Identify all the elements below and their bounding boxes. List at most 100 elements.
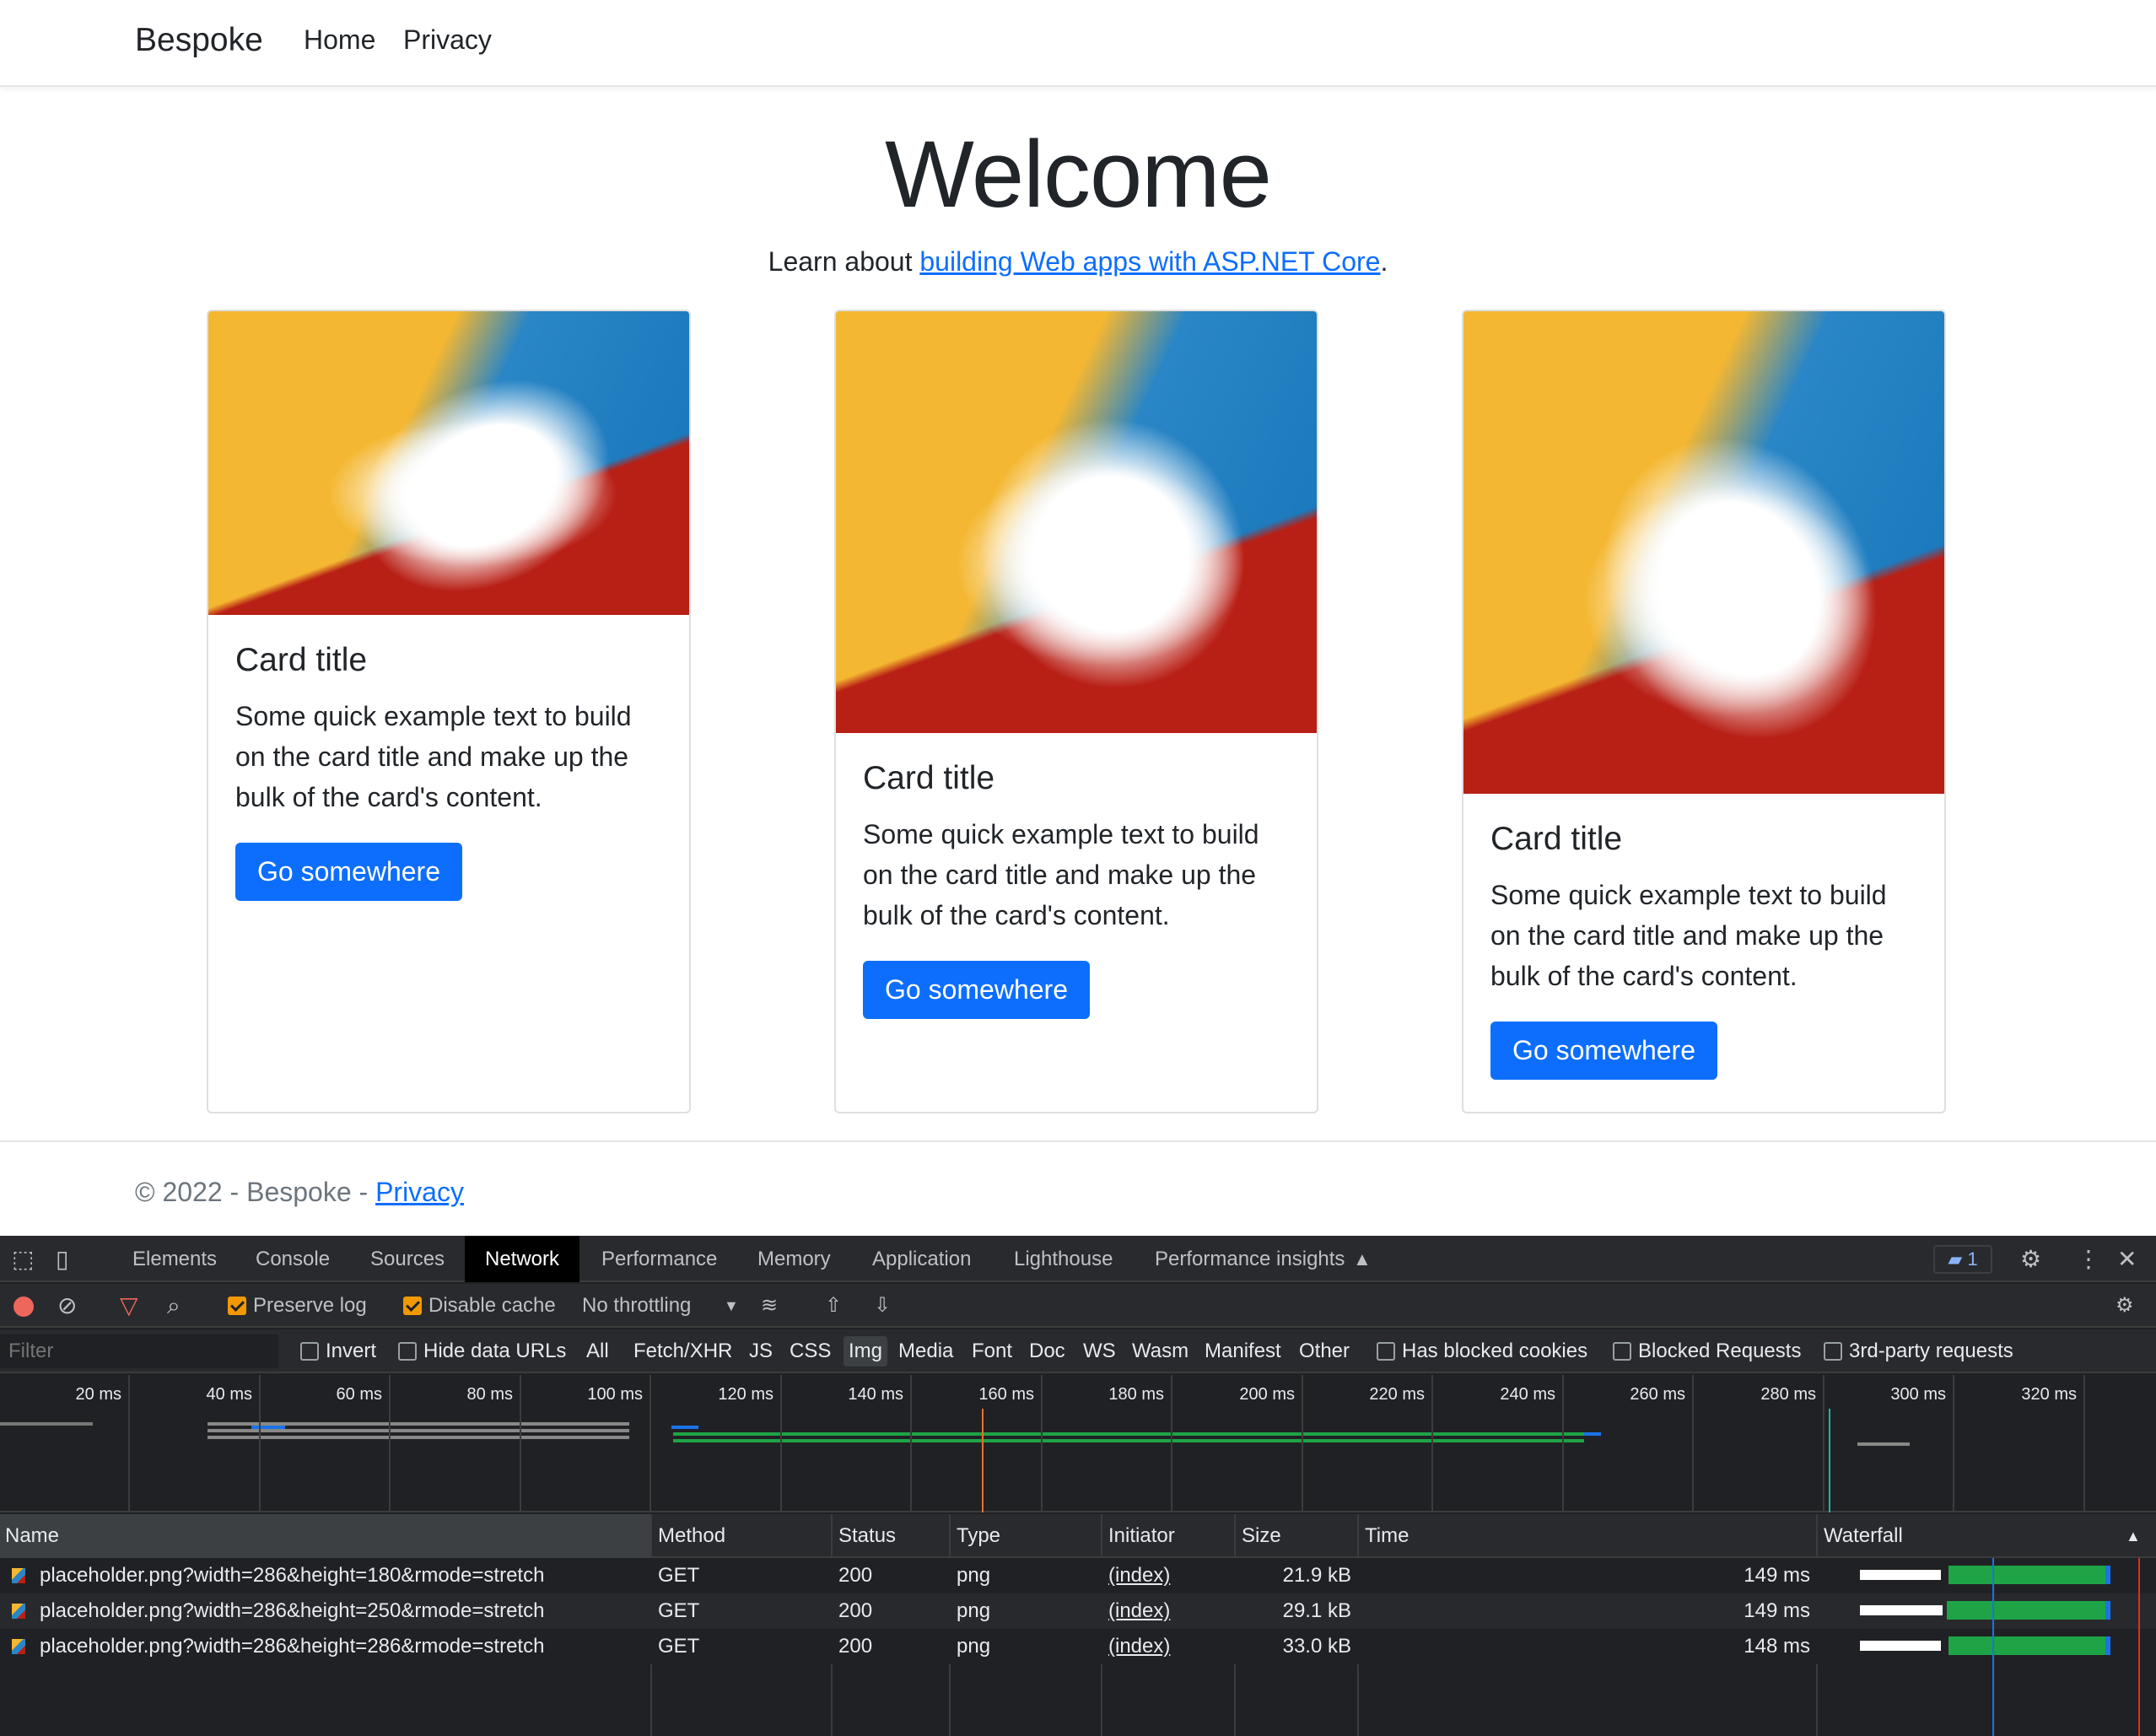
footer: © 2022 - Bespoke - Privacy xyxy=(135,1177,464,1208)
card-title: Card title xyxy=(235,642,368,678)
filter-type-fetch-xhr[interactable]: Fetch/XHR xyxy=(633,1329,732,1373)
waterfall-content-bar xyxy=(2105,1566,2110,1584)
request-time: 149 ms xyxy=(1744,1599,1810,1622)
settings-gear-icon[interactable]: ⚙ xyxy=(2020,1236,2041,1282)
tab-performance[interactable]: Performance xyxy=(601,1236,717,1282)
filter-type-js[interactable]: JS xyxy=(749,1329,773,1373)
column-initiator[interactable]: Initiator xyxy=(1103,1514,1175,1558)
column-size[interactable]: Size xyxy=(1237,1514,1281,1558)
column-method[interactable]: Method xyxy=(653,1514,725,1558)
timeline-gridline xyxy=(1431,1375,1433,1512)
close-devtools-icon[interactable]: ✕ xyxy=(2117,1236,2137,1282)
devtools-tab-bar: ⬚ ▯ Elements Console Sources Network Per… xyxy=(0,1236,2156,1282)
issues-icon: ▰ xyxy=(1948,1248,1968,1270)
more-options-icon[interactable]: ⋮ xyxy=(2077,1236,2100,1282)
timeline-gridline xyxy=(910,1375,912,1512)
request-status: 200 xyxy=(838,1564,873,1587)
device-toolbar-icon[interactable]: ▯ xyxy=(56,1236,68,1282)
request-initiator-link[interactable]: (index) xyxy=(1108,1629,1170,1664)
preserve-log-checkbox[interactable]: Preserve log xyxy=(228,1284,367,1328)
request-initiator-link[interactable]: (index) xyxy=(1108,1558,1170,1593)
tab-console[interactable]: Console xyxy=(256,1236,330,1282)
network-overview-timeline[interactable]: 20 ms 40 ms 60 ms 80 ms 100 ms 120 ms 140 ms 16… xyxy=(0,1375,2156,1512)
filter-type-img[interactable]: Img xyxy=(844,1336,888,1367)
filter-type-wasm[interactable]: Wasm xyxy=(1132,1329,1188,1373)
nav-link-home[interactable]: Home xyxy=(304,24,375,56)
filter-funnel-icon[interactable]: ▽ xyxy=(120,1284,138,1328)
request-row[interactable]: placeholder.png?width=286&height=180&rmo… xyxy=(0,1558,2156,1593)
request-type: png xyxy=(957,1635,991,1658)
blocked-requests-checkbox[interactable]: Blocked Requests xyxy=(1613,1329,1801,1373)
overview-bar xyxy=(208,1429,629,1432)
record-button[interactable] xyxy=(13,1297,34,1317)
aspnet-docs-link[interactable]: building Web apps with ASP.NET Core xyxy=(919,246,1380,277)
request-size: 33.0 kB xyxy=(1282,1635,1351,1658)
filter-type-media[interactable]: Media xyxy=(898,1329,953,1373)
filter-type-font[interactable]: Font xyxy=(972,1329,1012,1373)
request-size: 29.1 kB xyxy=(1282,1599,1351,1622)
has-blocked-cookies-label: Has blocked cookies xyxy=(1402,1340,1588,1362)
go-somewhere-button[interactable]: Go somewhere xyxy=(235,843,462,901)
filter-type-manifest[interactable]: Manifest xyxy=(1205,1329,1281,1373)
import-har-icon[interactable]: ⇧ xyxy=(825,1284,842,1328)
waterfall-waiting-bar xyxy=(1860,1570,1941,1580)
hide-data-urls-label: Hide data URLs xyxy=(423,1340,567,1362)
timeline-tick-label: 240 ms xyxy=(1500,1385,1555,1404)
timeline-gridline xyxy=(1302,1375,1303,1512)
card-body: Card title Some quick example text to bu… xyxy=(1490,821,1919,1080)
request-status: 200 xyxy=(838,1635,873,1658)
request-name: placeholder.png?width=286&height=286&rmo… xyxy=(40,1635,545,1658)
nav-link-privacy[interactable]: Privacy xyxy=(403,24,492,56)
request-row[interactable]: placeholder.png?width=286&height=250&rmo… xyxy=(0,1593,2156,1629)
filter-type-all[interactable]: All xyxy=(586,1329,609,1373)
network-settings-gear-icon[interactable]: ⚙ xyxy=(2116,1284,2134,1328)
tab-application[interactable]: Application xyxy=(872,1236,971,1282)
tab-memory[interactable]: Memory xyxy=(757,1236,831,1282)
column-waterfall[interactable]: Waterfall xyxy=(1819,1514,1903,1558)
tab-network[interactable]: Network xyxy=(465,1236,580,1282)
go-somewhere-button[interactable]: Go somewhere xyxy=(863,961,1090,1019)
card-text: Some quick example text to build on the … xyxy=(863,819,1259,930)
filter-type-other[interactable]: Other xyxy=(1299,1329,1350,1373)
go-somewhere-button[interactable]: Go somewhere xyxy=(1490,1022,1717,1080)
search-icon[interactable]: ⌕ xyxy=(167,1284,181,1328)
column-time[interactable]: Time xyxy=(1360,1514,1409,1558)
overview-bar xyxy=(673,1432,1584,1436)
export-har-icon[interactable]: ⇩ xyxy=(874,1284,891,1328)
brand-link[interactable]: Bespoke xyxy=(135,22,263,59)
request-initiator-link[interactable]: (index) xyxy=(1108,1593,1170,1629)
tab-performance-insights[interactable]: Performance insights xyxy=(1155,1236,1345,1282)
throttling-select[interactable]: No throttling xyxy=(582,1284,691,1328)
network-conditions-icon[interactable]: ≋ xyxy=(761,1284,778,1328)
timeline-gridline xyxy=(520,1375,521,1512)
image-file-icon xyxy=(12,1568,25,1583)
third-party-requests-checkbox[interactable]: 3rd-party requests xyxy=(1824,1329,2013,1373)
column-status[interactable]: Status xyxy=(833,1514,896,1558)
invert-checkbox[interactable]: Invert xyxy=(300,1329,376,1373)
filter-type-doc[interactable]: Doc xyxy=(1029,1329,1065,1373)
overview-bar xyxy=(1584,1432,1601,1436)
inspect-element-icon[interactable]: ⬚ xyxy=(12,1236,34,1282)
card-body: Card title Some quick example text to bu… xyxy=(863,760,1291,1019)
tab-lighthouse[interactable]: Lighthouse xyxy=(1014,1236,1113,1282)
request-type: png xyxy=(957,1599,991,1622)
issues-badge[interactable]: ▰ 1 xyxy=(1933,1245,1992,1274)
overview-bar xyxy=(251,1426,285,1429)
tab-elements[interactable]: Elements xyxy=(132,1236,217,1282)
column-name[interactable]: Name xyxy=(0,1514,651,1558)
hide-data-urls-checkbox[interactable]: Hide data URLs xyxy=(398,1329,566,1373)
filter-type-css[interactable]: CSS xyxy=(790,1329,831,1373)
column-type[interactable]: Type xyxy=(951,1514,1000,1558)
timeline-tick-label: 200 ms xyxy=(1239,1385,1295,1404)
chevron-down-icon[interactable]: ▼ xyxy=(724,1284,739,1328)
request-size: 21.9 kB xyxy=(1282,1564,1351,1587)
tab-sources[interactable]: Sources xyxy=(370,1236,445,1282)
request-row[interactable]: placeholder.png?width=286&height=286&rmo… xyxy=(0,1629,2156,1664)
disable-cache-checkbox[interactable]: Disable cache xyxy=(403,1284,556,1328)
timeline-gridline xyxy=(1823,1375,1825,1512)
filter-type-ws[interactable]: WS xyxy=(1083,1329,1116,1373)
clear-icon[interactable]: ⊘ xyxy=(57,1284,77,1328)
footer-privacy-link[interactable]: Privacy xyxy=(375,1177,464,1207)
filter-input[interactable] xyxy=(0,1334,278,1368)
has-blocked-cookies-checkbox[interactable]: Has blocked cookies xyxy=(1377,1329,1587,1373)
